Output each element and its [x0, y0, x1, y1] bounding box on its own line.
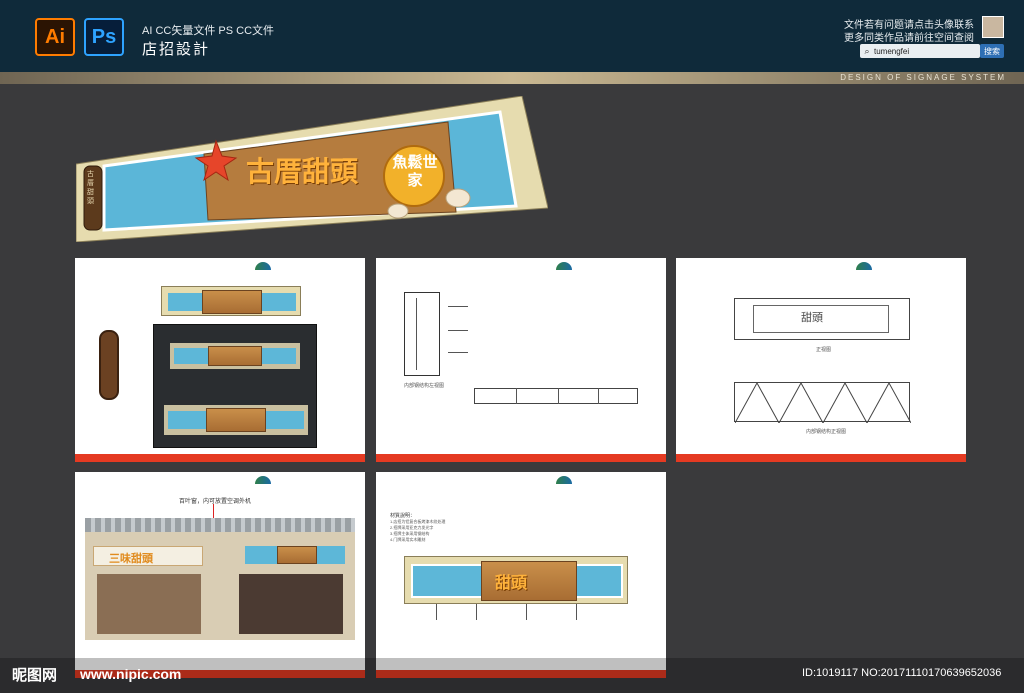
truss-drawing [734, 382, 911, 423]
company-logo-icon [856, 262, 872, 270]
front-view-caption: 正视图 [816, 347, 832, 353]
materials-title: 材質說明： [390, 513, 416, 519]
louver-note: 百叶窗，内可放置空调外机 [179, 499, 252, 505]
company-logo-icon [556, 476, 572, 484]
company-logo-icon [255, 262, 271, 270]
panel-side-structure: 内部钢结构左视图 [376, 258, 666, 462]
search-value: tumengfei [874, 46, 910, 56]
page-title: 店招設計 [142, 41, 211, 58]
design-label: DESIGN OF SIGNAGE SYSTEM [840, 73, 1006, 82]
panel-materials: 材質說明： 1.店招为铝复合板烤漆木纹处理 2.招牌采用亚克力发光字 3.招牌主… [376, 472, 666, 678]
site-url[interactable]: www.nipic.com [80, 666, 181, 682]
panel-front-structure: 甜頭 正视图 内部钢结构正视图 [676, 258, 966, 462]
illustrator-icon: Ai [35, 18, 75, 56]
front-elevation-drawing: 甜頭 [734, 298, 910, 340]
side-section-drawing [404, 292, 440, 376]
storefront-photo: 三味甜頭 [85, 518, 355, 640]
avatar[interactable] [982, 16, 1004, 38]
side-view-caption: 内部钢结构左视图 [404, 383, 445, 389]
company-logo-icon [255, 476, 271, 484]
search-button[interactable]: 搜索 [980, 44, 1004, 58]
truss-caption: 内部钢结构正视图 [806, 429, 847, 435]
hero-side-plaque-text: 古厝甜頭 [87, 171, 94, 205]
panel-renderings [75, 258, 365, 462]
material-sign: 甜頭 [404, 556, 628, 604]
bottom-frame-drawing [474, 388, 638, 404]
material-line: 4.门牌采用实木雕刻 [390, 537, 426, 542]
render-night-photo [153, 324, 317, 448]
side-plaque [99, 330, 119, 400]
hero-sub-brand-text: 魚鬆世家 [392, 154, 438, 189]
hero-signboard: 古厝甜頭 魚鬆世家 古厝甜頭 [76, 96, 548, 242]
photoshop-icon: Ps [84, 18, 124, 56]
panel-footer [376, 454, 666, 462]
render-sign-1 [161, 286, 301, 316]
hero-brand-text: 古厝甜頭 [246, 155, 359, 188]
design-banner: DESIGN OF SIGNAGE SYSTEM [0, 72, 1024, 84]
store-name-text: 三味甜頭 [109, 553, 153, 565]
company-logo-icon [556, 262, 572, 270]
search-icon: ⌕ [864, 45, 870, 56]
file-types-subtitle: AI CC矢量文件 PS CC文件 [142, 25, 275, 37]
search-input[interactable]: ⌕ tumengfei [860, 44, 980, 58]
image-id: ID:1019117 NO:20171110170639652036 [802, 667, 1002, 679]
header: Ai Ps AI CC矢量文件 PS CC文件 店招設計 文件若有问题请点击头像… [0, 0, 1024, 72]
panel-storefront: 百叶窗，内可放置空调外机 三味甜頭 [75, 472, 365, 678]
panel-footer [676, 454, 966, 462]
site-name-cn: 昵图网 [12, 667, 58, 684]
panel-footer [75, 454, 365, 462]
more-works-note: 更多同类作品请前往空间查阅 [844, 33, 974, 44]
